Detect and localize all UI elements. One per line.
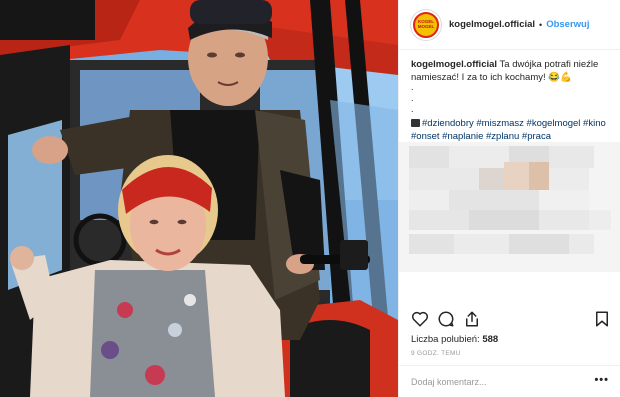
share-icon[interactable] — [463, 310, 481, 328]
header-separator: • — [539, 19, 543, 30]
brand-logo: KOGEL MOGEL — [415, 13, 437, 36]
comment-box: Dodaj komentarz... ••• — [399, 365, 620, 397]
blurred-comments — [399, 142, 620, 272]
clapperboard-icon — [411, 119, 420, 127]
action-bar — [411, 310, 611, 330]
heart-icon[interactable] — [411, 310, 429, 328]
photo-illustration — [0, 0, 398, 397]
caption-dots: . . . — [411, 82, 414, 114]
hashtag-text[interactable]: #dziendobry #miszmasz #kogelmogel #kino … — [411, 118, 606, 142]
post-photo[interactable] — [0, 0, 398, 397]
likes-count[interactable]: Liczba polubień: 588 — [411, 334, 498, 345]
post-timestamp[interactable]: 9 GODZ. TEMU — [411, 350, 461, 357]
likes-label: Liczba polubień: — [411, 334, 480, 345]
more-options-icon[interactable]: ••• — [594, 374, 609, 386]
post-sidebar: KOGEL MOGEL kogelmogel.official • Obserw… — [398, 0, 620, 397]
comment-input[interactable]: Dodaj komentarz... — [411, 377, 487, 387]
comment-icon[interactable] — [437, 310, 455, 328]
likes-number: 588 — [482, 334, 499, 345]
caption-username[interactable]: kogelmogel.official — [411, 59, 497, 70]
follow-button[interactable]: Obserwuj — [546, 19, 589, 30]
post-header: KOGEL MOGEL kogelmogel.official • Obserw… — [399, 0, 620, 50]
instagram-post: KOGEL MOGEL kogelmogel.official • Obserw… — [0, 0, 620, 397]
bookmark-icon[interactable] — [593, 310, 611, 328]
header-username[interactable]: kogelmogel.official — [449, 19, 535, 30]
hashtags[interactable]: #dziendobry #miszmasz #kogelmogel #kino … — [411, 117, 611, 143]
avatar-logo-text: KOGEL MOGEL — [417, 19, 435, 29]
avatar[interactable]: KOGEL MOGEL — [411, 9, 441, 40]
caption: kogelmogel.official Ta dwójka potrafi ni… — [411, 58, 611, 84]
